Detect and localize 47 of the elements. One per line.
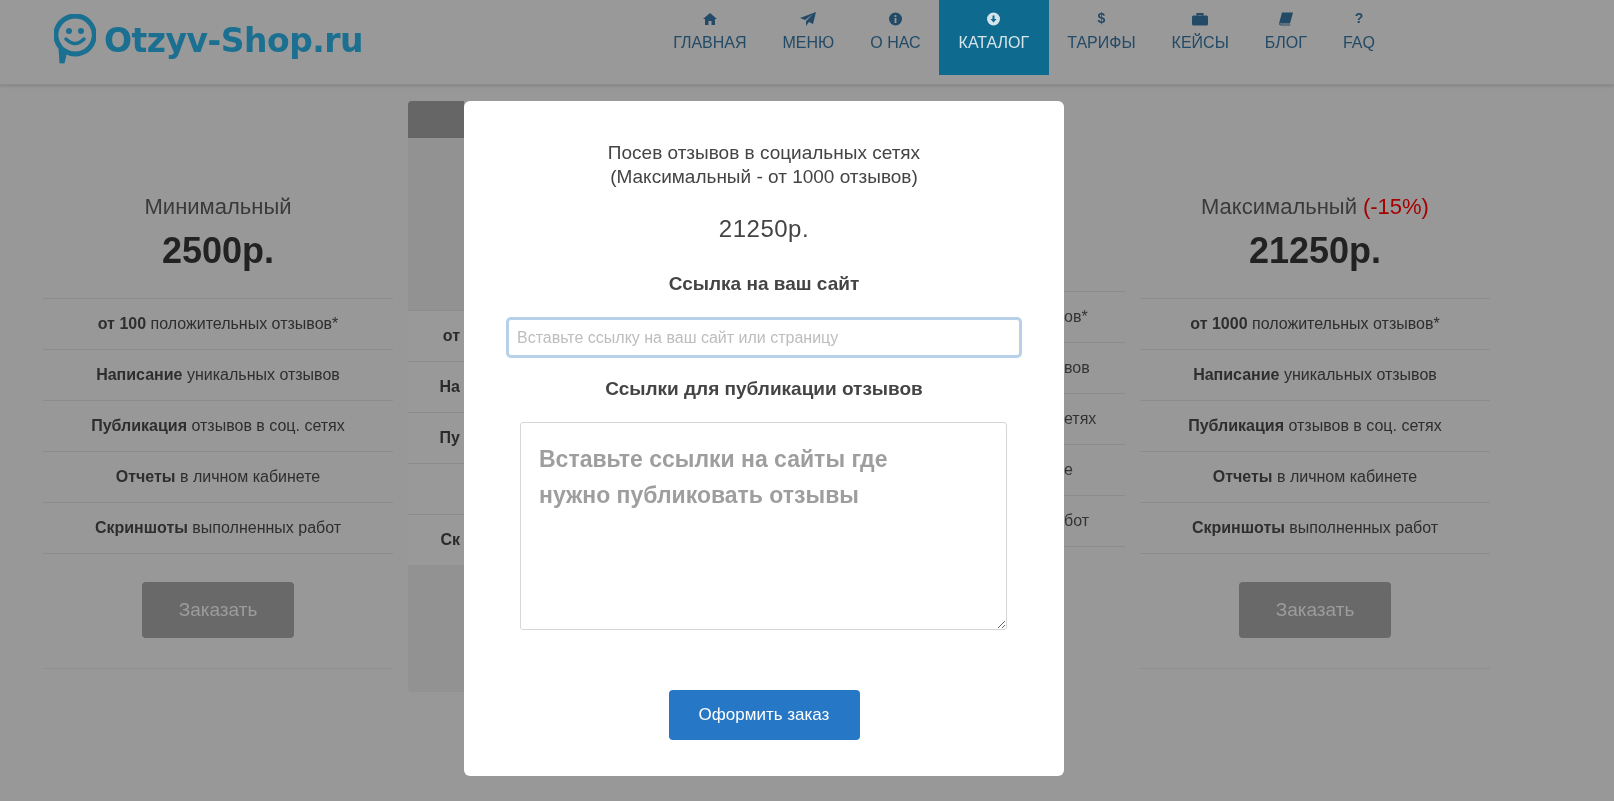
plan-title: Минимальный [144,193,292,221]
nav-tab[interactable]: ГЛАВНАЯ [655,0,765,75]
feature-text: ов* [1064,308,1088,326]
site-link-field[interactable]: Вставьте ссылку на ваш сайт или страницу [506,317,1022,358]
feature-text: Публикация отзывов в соц. сетях [1188,417,1442,435]
feature-text: Публикация отзывов в соц. сетях [91,417,345,435]
info-icon [888,12,902,26]
nav-tab[interactable]: КАТАЛОГ [938,0,1050,75]
arrow-down-circle-icon [987,12,1001,26]
feature-text: На [439,378,460,396]
dialog-price: 21250р. [718,215,810,243]
briefcase-icon [1192,12,1209,26]
feature-text: Пу [439,429,460,447]
feature-text: Ск [440,531,460,549]
nav-tab[interactable]: БЛОГ [1246,0,1325,75]
feature-text: е [1064,461,1073,479]
feature-text: етях [1064,410,1097,428]
book-icon [1278,12,1293,26]
plan-price: 21250р. [1248,230,1382,272]
feature-text: от [442,327,460,345]
nav-tab[interactable]: ? FAQ [1324,0,1393,75]
feature-text: Отчеты в личном кабинете [1212,468,1418,486]
feature-text: от 1000 положительных отзывов* [1190,315,1440,333]
nav-tab[interactable]: $ ТАРИФЫ [1049,0,1154,75]
feature-text: от 100 положительных отзывов* [97,315,339,333]
field-label: Ссылки для публикации отзывов [605,378,923,400]
feature-text: Скриншоты выполненных работ [94,519,342,537]
feature-text: Отчеты в личном кабинете [115,468,321,486]
nav-tab[interactable]: МЕНЮ [764,0,853,75]
card-header-bar [408,101,464,138]
feature-text: Написание уникальных отзывов [96,366,340,384]
feature-text: Скриншоты выполненных работ [1191,519,1439,537]
feature-text: вов [1064,359,1090,377]
plan-title: Максимальный (-15%) [1201,193,1429,221]
logo-text[interactable]: Otzyv-Shop.ru [104,20,364,60]
feature-text: Написание уникальных отзывов [1193,366,1437,384]
nav-tab[interactable]: КЕЙСЫ [1153,0,1247,75]
submit-order-button[interactable]: Оформить заказ [668,690,860,740]
home-icon [702,12,717,26]
paper-plane-icon [800,12,817,26]
field-label: Ссылка на ваш сайт [668,273,860,295]
links-textarea[interactable]: Вставьте ссылки на сайты где нужно публиковать отзывы [520,422,1007,630]
smiley-bubble-icon [54,14,96,66]
plan-price: 2500р. [161,230,275,272]
dialog-title: Посев отзывов в социальных сетях (Максимальный - от 1000 отзывов) [607,141,921,189]
nav-tab[interactable]: О НАС [852,0,939,75]
feature-text: бот [1064,512,1090,530]
